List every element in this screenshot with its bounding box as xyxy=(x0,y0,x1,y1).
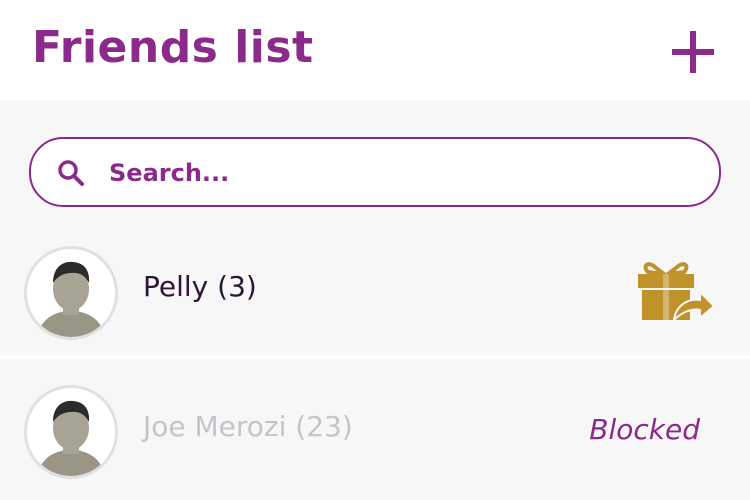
send-gift-button[interactable] xyxy=(636,258,716,324)
avatar xyxy=(24,246,118,340)
blocked-status: Blocked xyxy=(589,413,700,446)
friend-name: Pelly (3) xyxy=(143,270,257,303)
add-friend-button[interactable] xyxy=(666,25,720,79)
avatar xyxy=(24,385,118,479)
plus-icon xyxy=(672,31,714,73)
search-bar[interactable] xyxy=(29,137,721,207)
header-bar: Friends list xyxy=(0,0,750,100)
page-title: Friends list xyxy=(32,22,314,73)
search-icon xyxy=(58,160,84,186)
person-icon xyxy=(27,249,115,337)
row-divider xyxy=(0,355,750,359)
friend-row[interactable]: Pelly (3) xyxy=(0,222,750,357)
gift-send-icon xyxy=(638,262,716,323)
person-icon xyxy=(27,388,115,476)
friend-row[interactable]: Joe Merozi (23) Blocked xyxy=(0,360,750,495)
search-input[interactable] xyxy=(107,151,701,195)
friend-name: Joe Merozi (23) xyxy=(143,410,353,443)
